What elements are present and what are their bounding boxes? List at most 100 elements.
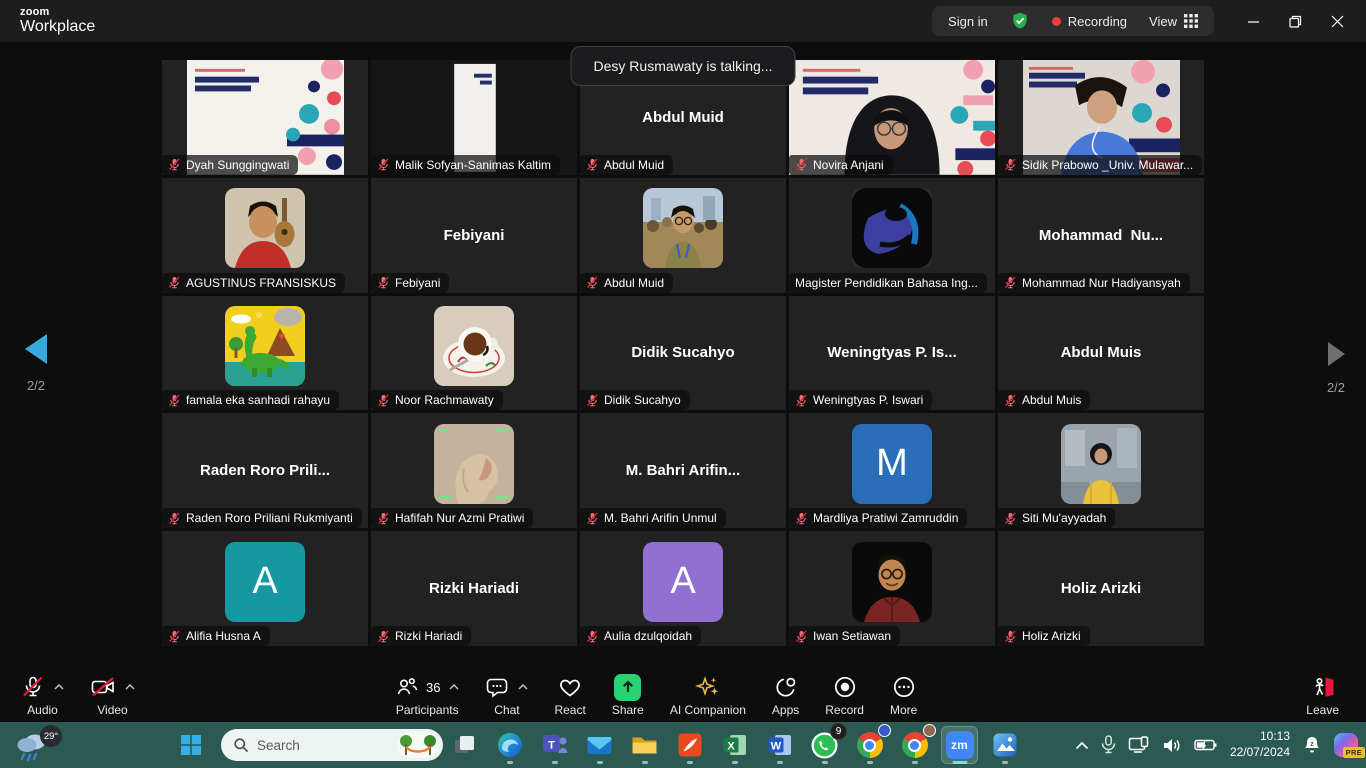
participant-tile[interactable]: Noor Rachmawaty xyxy=(371,296,577,411)
participant-tile[interactable]: Abdul Muid xyxy=(580,178,786,293)
participant-tile[interactable]: famala eka sanhadi rahayu xyxy=(162,296,368,411)
participant-name-label: Magister Pendidikan Bahasa Ing... xyxy=(795,276,978,290)
chat-button[interactable]: Chat xyxy=(472,668,541,722)
edge-icon xyxy=(497,732,523,758)
search-highlight-image[interactable] xyxy=(398,732,438,758)
participant-name-label: Alifia Husna A xyxy=(186,629,261,643)
file-explorer-app-icon[interactable] xyxy=(626,726,663,764)
tray-battery-icon[interactable] xyxy=(1194,738,1218,752)
share-icon xyxy=(614,674,641,701)
mic-muted-icon xyxy=(168,394,181,407)
chrome-profile1-app-icon[interactable] xyxy=(851,726,888,764)
view-button[interactable]: View xyxy=(1149,14,1198,29)
tray-volume-icon[interactable] xyxy=(1162,737,1182,754)
record-icon xyxy=(833,675,857,699)
audio-options-chevron-icon[interactable] xyxy=(54,684,64,690)
chrome-icon xyxy=(902,732,928,758)
react-button[interactable]: React xyxy=(541,668,598,722)
participant-tile[interactable]: Sidik Prabowo _Univ. Mulawar... xyxy=(998,60,1204,175)
notification-bell-dnd-icon[interactable]: z xyxy=(1302,735,1322,755)
photos-app-icon[interactable] xyxy=(986,726,1023,764)
gallery-grid: Dyah Sunggingwati Malik Sofyan-Sanimas Ka… xyxy=(162,60,1204,646)
leave-meeting-icon xyxy=(1310,675,1336,699)
participant-tile[interactable]: Hafifah Nur Azmi Pratiwi xyxy=(371,413,577,528)
task-view-button[interactable] xyxy=(446,726,483,764)
participant-tile[interactable]: AAulia dzulqoidah xyxy=(580,531,786,646)
participant-tile[interactable]: Dyah Sunggingwati xyxy=(162,60,368,175)
participant-tile[interactable]: Novira Anjani xyxy=(789,60,995,175)
participant-nametag: Abdul Muis xyxy=(998,390,1090,410)
more-button[interactable]: More xyxy=(877,668,930,722)
participant-name-label: Hafifah Nur Azmi Pratiwi xyxy=(395,511,524,525)
participant-tile[interactable]: Malik Sofyan-Sanimas Kaltim xyxy=(371,60,577,175)
record-button[interactable]: Record xyxy=(812,668,877,722)
participant-name-label: Abdul Muid xyxy=(604,158,664,172)
participant-tile[interactable]: Holiz ArizkiHoliz Arizki xyxy=(998,531,1204,646)
participant-name-label: M. Bahri Arifin Unmul xyxy=(604,511,717,525)
participants-count: 36 xyxy=(426,680,440,695)
mail-app-icon[interactable] xyxy=(581,726,618,764)
participant-tile[interactable]: M. Bahri Arifin...M. Bahri Arifin Unmul xyxy=(580,413,786,528)
folder-icon xyxy=(631,733,658,757)
zoom-app-icon[interactable]: zm xyxy=(941,726,978,764)
participant-tile[interactable]: AAlifia Husna A xyxy=(162,531,368,646)
whatsapp-app-icon[interactable]: 9 xyxy=(806,726,843,764)
video-options-chevron-icon[interactable] xyxy=(125,684,135,690)
encryption-shield-icon[interactable] xyxy=(1010,11,1030,31)
taskbar-clock[interactable]: 10:13 22/07/2024 xyxy=(1230,729,1290,760)
participants-options-chevron-icon[interactable] xyxy=(449,684,459,690)
leave-button[interactable]: Leave xyxy=(1293,668,1352,722)
pdf-app-icon[interactable] xyxy=(671,726,708,764)
taskbar-search[interactable] xyxy=(221,729,443,761)
meeting-status-pill: Sign in Recording View xyxy=(932,6,1214,36)
participant-nametag: Mardliya Pratiwi Zamruddin xyxy=(789,508,967,528)
word-app-icon[interactable]: W xyxy=(761,726,798,764)
chat-options-chevron-icon[interactable] xyxy=(518,684,528,690)
video-button[interactable]: Video xyxy=(77,668,148,722)
participant-tile[interactable]: Siti Mu'ayyadah xyxy=(998,413,1204,528)
participant-tile[interactable]: MMardliya Pratiwi Zamruddin xyxy=(789,413,995,528)
participant-tile[interactable]: Iwan Setiawan xyxy=(789,531,995,646)
participant-nametag: Abdul Muid xyxy=(580,273,673,293)
close-button[interactable] xyxy=(1316,5,1358,37)
participant-tile[interactable]: Raden Roro Prili...Raden Roro Priliani R… xyxy=(162,413,368,528)
participant-tile[interactable]: Didik SucahyoDidik Sucahyo xyxy=(580,296,786,411)
sign-in-button[interactable]: Sign in xyxy=(948,14,988,29)
next-page-button[interactable]: 2/2 xyxy=(1318,342,1354,395)
restore-button[interactable] xyxy=(1274,5,1316,37)
participant-tile[interactable]: Mohammad Nu...Mohammad Nur Hadiyansyah xyxy=(998,178,1204,293)
tray-cast-icon[interactable] xyxy=(1128,736,1150,754)
taskbar-apps: T X W 9 xyxy=(446,726,1023,764)
participant-name-label: Malik Sofyan-Sanimas Kaltim xyxy=(395,158,551,172)
participant-tile[interactable]: Rizki HariadiRizki Hariadi xyxy=(371,531,577,646)
ai-companion-button[interactable]: AI Companion xyxy=(657,668,759,722)
participant-nametag: Noor Rachmawaty xyxy=(371,390,503,410)
participants-button[interactable]: 36 Participants xyxy=(382,668,472,722)
participant-tile[interactable]: FebiyaniFebiyani xyxy=(371,178,577,293)
apps-icon xyxy=(774,675,798,699)
apps-button[interactable]: Apps xyxy=(759,668,812,722)
previous-page-button[interactable]: 2/2 xyxy=(16,334,56,393)
audio-button[interactable]: Audio xyxy=(8,668,77,722)
excel-app-icon[interactable]: X xyxy=(716,726,753,764)
share-screen-button[interactable]: Share xyxy=(599,668,657,722)
participant-tile[interactable]: AGUSTINUS FRANSISKUS xyxy=(162,178,368,293)
chrome-profile2-app-icon[interactable] xyxy=(896,726,933,764)
participant-nametag: Rizki Hariadi xyxy=(371,626,471,646)
participant-nametag: Febiyani xyxy=(371,273,449,293)
edge-app-icon[interactable] xyxy=(491,726,528,764)
minimize-button[interactable] xyxy=(1232,5,1274,37)
tray-expand-chevron-icon[interactable] xyxy=(1075,741,1089,750)
start-button[interactable] xyxy=(180,734,202,761)
title-bar: zoom Workplace Sign in Recording View xyxy=(0,0,1366,42)
search-input[interactable] xyxy=(257,738,375,753)
participant-tile[interactable]: Abdul MuisAbdul Muis xyxy=(998,296,1204,411)
teams-app-icon[interactable]: T xyxy=(536,726,573,764)
participant-avatar xyxy=(643,188,723,268)
copilot-icon[interactable]: PRE xyxy=(1334,733,1358,757)
participant-tile[interactable]: Weningtyas P. Is...Weningtyas P. Iswari xyxy=(789,296,995,411)
tray-microphone-icon[interactable] xyxy=(1101,735,1116,755)
weather-widget[interactable]: 29° xyxy=(14,729,54,763)
recording-indicator[interactable]: Recording xyxy=(1052,14,1127,29)
participant-tile[interactable]: Magister Pendidikan Bahasa Ing... xyxy=(789,178,995,293)
